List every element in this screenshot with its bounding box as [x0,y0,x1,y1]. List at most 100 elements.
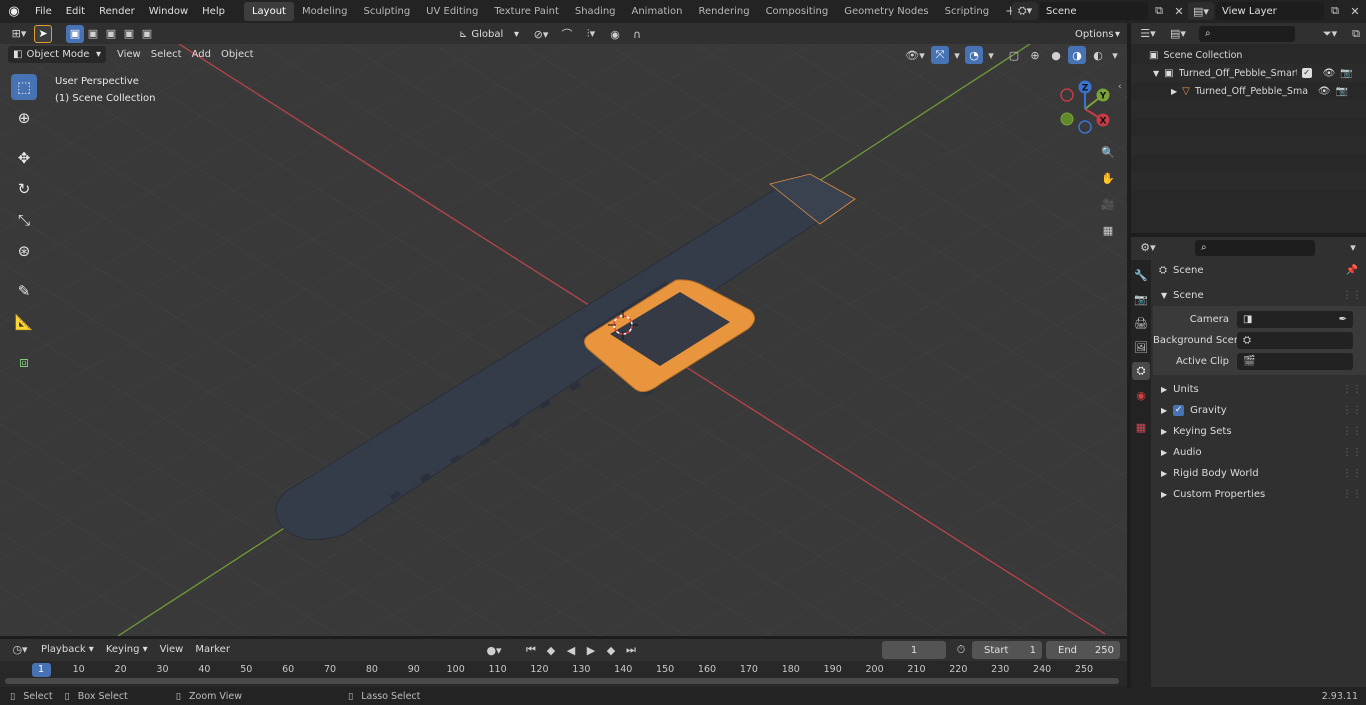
jump-end-icon[interactable]: ⏭ [622,641,640,659]
shading-rendered-icon[interactable]: ◐ [1089,46,1107,64]
prev-keyframe-icon[interactable]: ◆ [542,641,560,659]
outliner-row-collection[interactable]: ▼ ▣ Turned_Off_Pebble_Smart_W ✓ 👁 📷 [1131,64,1366,82]
tab-shading[interactable]: Shading [567,2,624,21]
panel-audio[interactable]: ▶ Audio ⋮⋮ [1153,442,1366,463]
transform-orientation-dropdown[interactable]: ⊾ Global ▾ [454,25,524,43]
navigation-gizmo[interactable]: X Y Z [1055,79,1115,139]
pin-icon[interactable]: 📌 [1346,265,1358,276]
scale-tool-icon[interactable]: ⤡ [11,207,37,233]
options-dropdown[interactable]: Options ▾ [1070,26,1125,43]
exclude-checkbox[interactable]: ✓ [1301,68,1312,78]
marker-menu[interactable]: Marker [190,641,235,659]
overlay-dropdown-icon[interactable]: ▾ [986,46,996,64]
tab-sculpting[interactable]: Sculpting [355,2,418,21]
texture-tab-icon[interactable]: ▦ [1132,418,1150,436]
timeline-scrollbar[interactable] [5,678,1119,684]
render-camera-icon[interactable]: 📷 [1340,68,1352,79]
visibility-eye-icon[interactable]: 👁 [1318,86,1331,97]
expand-arrow-icon[interactable]: ▼ [1153,69,1159,78]
select-mode-new-icon[interactable]: ▣ [66,24,84,43]
select-mode-invert-icon[interactable]: ▣ [120,25,138,43]
proportional-edit-icon[interactable]: ◉ [606,25,624,43]
outliner-editor-type-icon[interactable]: ☰▾ [1135,25,1161,43]
view-menu[interactable]: View [155,641,189,659]
render-camera-icon[interactable]: 📷 [1336,86,1348,97]
menu-window[interactable]: Window [142,0,195,23]
background-scene-field[interactable]: ⛭ [1237,332,1353,349]
tab-geometry-nodes[interactable]: Geometry Nodes [836,2,936,21]
drag-handle-icon[interactable]: ⋮⋮ [1342,290,1362,301]
cursor-tool-icon[interactable]: ⊕ [11,105,37,131]
tab-rendering[interactable]: Rendering [690,2,757,21]
menu-object[interactable]: Object [216,46,259,64]
tab-scripting[interactable]: Scripting [937,2,997,21]
properties-options-icon[interactable]: ▾ [1344,239,1362,257]
panel-keying-sets[interactable]: ▶ Keying Sets ⋮⋮ [1153,421,1366,442]
output-tab-icon[interactable]: 🖨 [1132,314,1150,332]
eyedropper-icon[interactable]: ✒ [1339,314,1347,325]
panel-custom-properties[interactable]: ▶ Custom Properties ⋮⋮ [1153,484,1366,505]
delete-scene-icon[interactable]: ✕ [1170,2,1188,20]
annotate-tool-icon[interactable]: ✎ [11,278,37,304]
start-frame-field[interactable]: Start 1 [972,641,1042,659]
frame-ruler[interactable]: 1 10 20 30 40 50 60 70 80 90 100 110 120 130 140 150 160… [0,661,1127,687]
next-keyframe-icon[interactable]: ◆ [602,641,620,659]
drag-handle-icon[interactable]: ⋮⋮ [1342,426,1362,437]
perspective-toggle-icon[interactable]: ▦ [1098,220,1118,240]
menu-select[interactable]: Select [146,46,187,64]
view-layer-field[interactable]: View Layer [1216,2,1324,20]
properties-search-input[interactable]: ⌕ [1195,239,1315,256]
add-cube-tool-icon[interactable]: ⧈ [11,349,37,375]
measure-tool-icon[interactable]: 📐 [11,309,37,335]
jump-start-icon[interactable]: ⏮ [522,641,540,659]
scene-name-field[interactable]: Scene [1040,2,1148,20]
playback-menu[interactable]: Playback ▾ [36,641,99,659]
panel-gravity[interactable]: ▶ ✓ Gravity ⋮⋮ [1153,400,1366,421]
snap-toggle-icon[interactable]: ⌒ [558,25,576,43]
menu-file[interactable]: File [28,0,59,23]
sidebar-toggle-icon[interactable]: ‹ [1118,82,1122,92]
drag-handle-icon[interactable]: ⋮⋮ [1342,489,1362,500]
shading-solid-icon[interactable]: ● [1047,46,1065,64]
gizmo-toggle-icon[interactable]: ⤧ [931,46,949,64]
3d-viewport[interactable]: User Perspective (1) Scene Collection ⬚ … [0,44,1127,636]
mode-dropdown[interactable]: ◧ Object Mode ▾ [8,46,106,63]
record-icon[interactable]: ●▾ [480,641,508,659]
camera-view-icon[interactable]: 🎥 [1098,194,1118,214]
drag-handle-icon[interactable]: ⋮⋮ [1342,447,1362,458]
play-reverse-icon[interactable]: ◀ [562,641,580,659]
view-layer-icon[interactable]: ▤▾ [1188,2,1214,20]
keying-menu[interactable]: Keying ▾ [101,641,153,659]
tab-modeling[interactable]: Modeling [294,2,356,21]
tab-texture-paint[interactable]: Texture Paint [486,2,567,21]
proportional-falloff-icon[interactable]: ∩ [628,25,646,43]
pivot-point-icon[interactable]: ⊘▾ [528,25,554,43]
panel-rigid-body-world[interactable]: ▶ Rigid Body World ⋮⋮ [1153,463,1366,484]
world-tab-icon[interactable]: ◉ [1132,386,1150,404]
select-mode-extend-icon[interactable]: ▣ [84,25,102,43]
end-frame-field[interactable]: End 250 [1046,641,1120,659]
outliner-row-object[interactable]: ▶ ▽ Turned_Off_Pebble_Sma 👁 📷 [1131,82,1366,100]
new-scene-icon[interactable]: ⧉ [1150,2,1168,20]
outliner-row-scene-collection[interactable]: ▣ Scene Collection [1131,46,1366,64]
new-view-layer-icon[interactable]: ⧉ [1326,2,1344,20]
select-mode-intersect-icon[interactable]: ▣ [138,25,156,43]
rotate-tool-icon[interactable]: ↻ [11,176,37,202]
scene-tab-icon[interactable]: ⛭ [1132,362,1150,380]
timeline-editor-type-icon[interactable]: ◷▾ [6,641,34,659]
transform-tool-icon[interactable]: ⊛ [11,238,37,264]
menu-view[interactable]: View [112,46,146,64]
visibility-eye-icon[interactable]: 👁 [1323,68,1336,79]
drag-handle-icon[interactable]: ⋮⋮ [1342,405,1362,416]
preview-range-icon[interactable]: ⏱ [952,641,970,659]
select-mode-subtract-icon[interactable]: ▣ [102,25,120,43]
menu-add[interactable]: Add [187,46,216,64]
menu-edit[interactable]: Edit [59,0,92,23]
play-icon[interactable]: ▶ [582,641,600,659]
snap-target-icon[interactable]: ⫶▾ [580,25,602,43]
active-clip-field[interactable]: 🎬 [1237,353,1353,370]
tab-compositing[interactable]: Compositing [758,2,837,21]
visibility-icon[interactable]: 👁▾ [902,46,928,64]
display-mode-icon[interactable]: ▤▾ [1165,25,1191,43]
gizmo-neg-z-icon[interactable] [1078,120,1092,134]
